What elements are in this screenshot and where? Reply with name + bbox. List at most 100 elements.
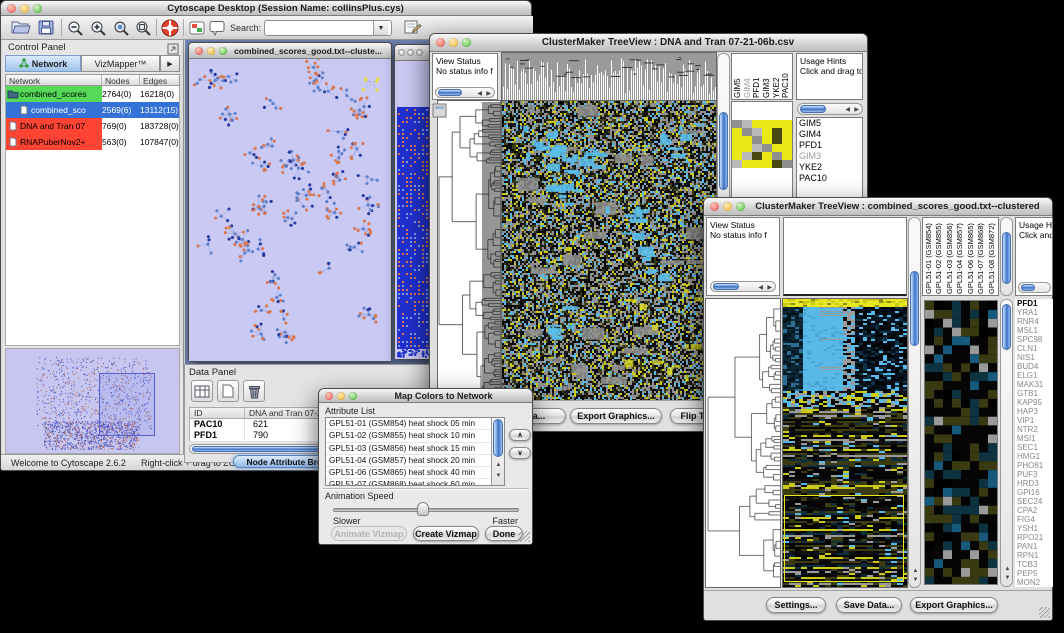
array-column-label[interactable]: GPL51-02 (GSM855)	[934, 219, 944, 294]
save-data-button[interactable]: Save Data...	[836, 597, 902, 613]
gene-item[interactable]: GPI16	[1015, 488, 1053, 497]
slider-thumb[interactable]	[417, 502, 429, 516]
gene-list-hscroll[interactable]: ◀ ▶	[797, 103, 863, 115]
array-column-label[interactable]: GPL51-06 (GSM865)	[966, 219, 976, 294]
detach-panel-icon[interactable]	[432, 103, 447, 123]
animate-vizmap-button[interactable]: Animate Vizmap	[331, 526, 407, 541]
export-graphics-button[interactable]: Export Graphics...	[570, 408, 662, 424]
gene-item[interactable]: RNR4	[1015, 317, 1053, 326]
gene-item[interactable]: CLN1	[1015, 344, 1053, 353]
zoom-window-icon[interactable]	[349, 392, 357, 400]
gene-item[interactable]: TCB3	[1015, 560, 1053, 569]
resize-grip[interactable]	[1039, 607, 1050, 618]
attribute-item[interactable]: GPL51-07 (GSM868) heat shock 60 min	[326, 479, 491, 486]
create-vizmap-button[interactable]: Create Vizmap	[413, 526, 479, 541]
gene-item[interactable]: SEC24	[1015, 497, 1053, 506]
usage-hints-scrollbar[interactable]	[1018, 282, 1051, 293]
treeview1-mini-heatmap[interactable]	[732, 120, 792, 168]
column-gene-label[interactable]: GIM3	[762, 55, 772, 98]
array-column-label[interactable]: GPL51-07 (GSM868)	[976, 219, 986, 294]
delete-attribute-button[interactable]	[243, 380, 265, 402]
attribute-item[interactable]: GPL51-03 (GSM856) heat shock 15 min	[326, 443, 491, 455]
zoom-window-icon[interactable]	[416, 49, 423, 56]
column-gene-label[interactable]: GIM5	[733, 55, 743, 98]
tab-overflow-arrow[interactable]: ▶	[160, 55, 180, 72]
attribute-item[interactable]: GPL51-01 (GSM854) heat shock 05 min	[326, 418, 491, 430]
gene-item[interactable]: YSH1	[1015, 524, 1053, 533]
gene-item[interactable]: HMG1	[1015, 452, 1053, 461]
gene-item[interactable]: PAN1	[1015, 542, 1053, 551]
close-icon[interactable]	[398, 49, 405, 56]
settings-button[interactable]: Settings...	[766, 597, 826, 613]
zoom-window-icon[interactable]	[33, 4, 42, 13]
network-row[interactable]: combined_scores 2764(0) 16218(0)	[6, 86, 179, 102]
treeview1-column-dendrogram[interactable]	[502, 53, 716, 100]
gene-item[interactable]: PFD1	[797, 140, 862, 151]
scroll-up-icon[interactable]: ▲	[913, 568, 919, 574]
gene-item[interactable]: YKE2	[797, 162, 862, 173]
close-icon[interactable]	[436, 38, 445, 47]
gene-item[interactable]: VIP1	[1015, 416, 1053, 425]
gene-item[interactable]: MON2	[1015, 578, 1053, 587]
close-icon[interactable]	[325, 392, 333, 400]
col-id[interactable]: ID	[190, 408, 245, 418]
col-network[interactable]: Network	[6, 75, 102, 85]
minimize-icon[interactable]	[337, 392, 345, 400]
zoom-window-icon[interactable]	[219, 47, 227, 55]
network-row[interactable]: DNA and Tran 07 769(0) 183728(0)	[6, 118, 179, 134]
tab-vizmapper[interactable]: VizMapper™	[81, 55, 160, 72]
zoom-window-icon[interactable]	[736, 202, 745, 211]
dialog-titlebar[interactable]: Map Colors to Network	[319, 389, 532, 403]
zoom-in-icon[interactable]	[90, 20, 107, 41]
scroll-right-icon[interactable]: ▶	[854, 107, 859, 113]
close-icon[interactable]	[195, 47, 203, 55]
attribute-item[interactable]: GPL51-06 (GSM865) heat shock 40 min	[326, 467, 491, 479]
gene-item[interactable]: FIG4	[1015, 515, 1053, 524]
scroll-up-icon[interactable]: ▲	[496, 462, 502, 468]
network-row[interactable]: RNAPuberNov2+ 563(0) 107847(0)	[6, 134, 179, 150]
treeview2-row-dendrogram[interactable]	[706, 299, 780, 587]
array-column-label[interactable]: GPL51-01 (GSM854)	[924, 219, 934, 294]
gene-item[interactable]: PHO81	[1015, 461, 1053, 470]
gene-item[interactable]: GIM4	[797, 129, 862, 140]
minimize-icon[interactable]	[207, 47, 215, 55]
gene-item[interactable]: MSI1	[1015, 434, 1053, 443]
column-gene-label[interactable]: YKE2	[772, 55, 782, 98]
treeview1-row-dendrogram[interactable]	[438, 101, 500, 400]
gene-item[interactable]: YRA1	[1015, 308, 1053, 317]
main-titlebar[interactable]: Cytoscape Desktop (Session Name: collins…	[1, 1, 531, 16]
scroll-down-icon[interactable]: ▼	[496, 473, 502, 479]
gene-item[interactable]: GIM3	[797, 151, 862, 162]
new-attribute-button[interactable]	[217, 380, 239, 402]
gene-item[interactable]: GTB1	[1015, 389, 1053, 398]
minimize-icon[interactable]	[723, 202, 732, 211]
treeview2-titlebar[interactable]: ClusterMaker TreeView : combined_scores_…	[704, 198, 1052, 216]
scroll-left-icon[interactable]: ◀	[477, 91, 482, 97]
treeview2-heatmap[interactable]	[783, 299, 907, 587]
gene-item[interactable]: KAP95	[1015, 398, 1053, 407]
gene-list-vscroll[interactable]: ▲ ▼	[1000, 299, 1013, 587]
attribute-item[interactable]: GPL51-02 (GSM855) heat shock 10 min	[326, 430, 491, 442]
attribute-list-vscroll[interactable]: ▲ ▼	[491, 418, 504, 485]
gene-item[interactable]: HAP3	[1015, 407, 1053, 416]
gene-item[interactable]: NTR2	[1015, 425, 1053, 434]
treeview1-heatmap[interactable]	[502, 101, 716, 400]
gene-item[interactable]: NIS1	[1015, 353, 1053, 362]
column-gene-label[interactable]: GIM4	[743, 55, 753, 98]
gene-item[interactable]: MAK31	[1015, 380, 1053, 389]
scroll-down-icon[interactable]: ▼	[913, 577, 919, 583]
network-overview-canvas[interactable]	[6, 349, 179, 453]
gene-item[interactable]: MSL1	[1015, 326, 1053, 335]
search-dropdown-icon[interactable]: ▼	[373, 21, 388, 35]
close-icon[interactable]	[710, 202, 719, 211]
done-button[interactable]: Done	[485, 526, 523, 541]
treeview2-column-tree-area[interactable]	[783, 217, 907, 296]
scroll-right-icon[interactable]: ▶	[486, 91, 491, 97]
array-column-label[interactable]: GPL51-03 (GSM856)	[945, 219, 955, 294]
attribute-editor-icon[interactable]	[404, 20, 422, 40]
treeview1-titlebar[interactable]: ClusterMaker TreeView : DNA and Tran 07-…	[430, 34, 867, 52]
gene-item[interactable]: SEC1	[1015, 443, 1053, 452]
gene-item[interactable]: PUF3	[1015, 470, 1053, 479]
zoom-fit-icon[interactable]	[135, 20, 152, 41]
zoom-selected-icon[interactable]	[113, 20, 130, 41]
